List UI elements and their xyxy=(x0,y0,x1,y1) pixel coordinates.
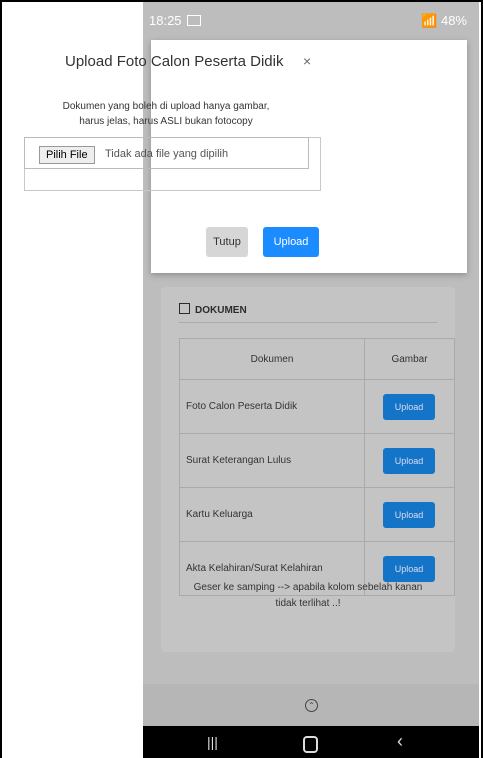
status-bar: 18:25 📶 48% xyxy=(143,2,479,38)
choose-file-button[interactable]: Pilih File xyxy=(39,146,95,164)
battery-level: 48% xyxy=(440,13,467,28)
status-indicators: 📶 48% xyxy=(421,13,467,29)
upload-submit-button[interactable]: Upload xyxy=(263,227,319,257)
upload-button[interactable]: Upload xyxy=(383,555,435,582)
documents-table: Dokumen Gambar Foto Calon Peserta Didik … xyxy=(179,338,455,596)
file-status-text: Tidak ada file yang dipilih xyxy=(105,148,229,160)
close-button[interactable]: Tutup xyxy=(206,227,248,257)
gallery-icon xyxy=(187,15,201,26)
section-title-text: DOKUMEN xyxy=(195,305,247,316)
section-divider xyxy=(179,322,437,323)
frame-left-border xyxy=(0,0,2,758)
file-input-area: Pilih File Tidak ada file yang dipilih xyxy=(24,137,321,191)
home-icon[interactable] xyxy=(303,736,318,753)
android-navbar: ||| ‹ xyxy=(143,726,479,758)
document-action-cell: Upload xyxy=(364,379,455,434)
document-name: Kartu Keluarga xyxy=(179,487,365,542)
section-title: DOKUMEN xyxy=(179,302,247,316)
modal-description: Dokumen yang boleh di upload hanya gamba… xyxy=(30,99,302,129)
file-input-row: Pilih File Tidak ada file yang dipilih xyxy=(24,137,309,169)
table-header-row: Dokumen Gambar xyxy=(179,338,455,380)
modal-description-line2: harus jelas, harus ASLI bukan fotocopy xyxy=(79,116,253,127)
back-icon[interactable]: ‹ xyxy=(397,731,403,752)
document-action-cell: Upload xyxy=(364,433,455,488)
recent-apps-icon[interactable]: ||| xyxy=(207,734,218,750)
header-document: Dokumen xyxy=(179,338,365,380)
close-icon[interactable]: × xyxy=(303,53,311,69)
document-name: Foto Calon Peserta Didik xyxy=(179,379,365,434)
upload-button[interactable]: Upload xyxy=(383,501,435,528)
upload-button[interactable]: Upload xyxy=(383,447,435,474)
modal-title: Upload Foto Calon Peserta Didik xyxy=(65,53,284,70)
documents-card: DOKUMEN Dokumen Gambar Foto Calon Pesert… xyxy=(161,287,455,652)
document-name: Surat Keterangan Lulus xyxy=(179,433,365,488)
upload-button[interactable]: Upload xyxy=(383,393,435,420)
scroll-hint: Geser ke samping --> apabila kolom sebel… xyxy=(173,580,443,612)
modal-description-line1: Dokumen yang boleh di upload hanya gamba… xyxy=(62,101,270,112)
scroll-hint-line1: Geser ke samping --> apabila kolom sebel… xyxy=(193,582,423,593)
status-time: 18:25 xyxy=(149,13,182,28)
browser-bottom-bar: ⌃ xyxy=(143,684,479,726)
table-row: Surat Keterangan Lulus Upload xyxy=(179,433,455,488)
document-icon xyxy=(179,303,190,314)
chevron-up-circle-icon[interactable]: ⌃ xyxy=(305,699,318,712)
wifi-signal-icon: 📶 xyxy=(421,13,438,28)
table-row: Kartu Keluarga Upload xyxy=(179,487,455,542)
table-row: Foto Calon Peserta Didik Upload xyxy=(179,379,455,434)
scroll-hint-line2: tidak terlihat ..! xyxy=(275,598,341,609)
header-image: Gambar xyxy=(364,338,455,380)
document-action-cell: Upload xyxy=(364,487,455,542)
